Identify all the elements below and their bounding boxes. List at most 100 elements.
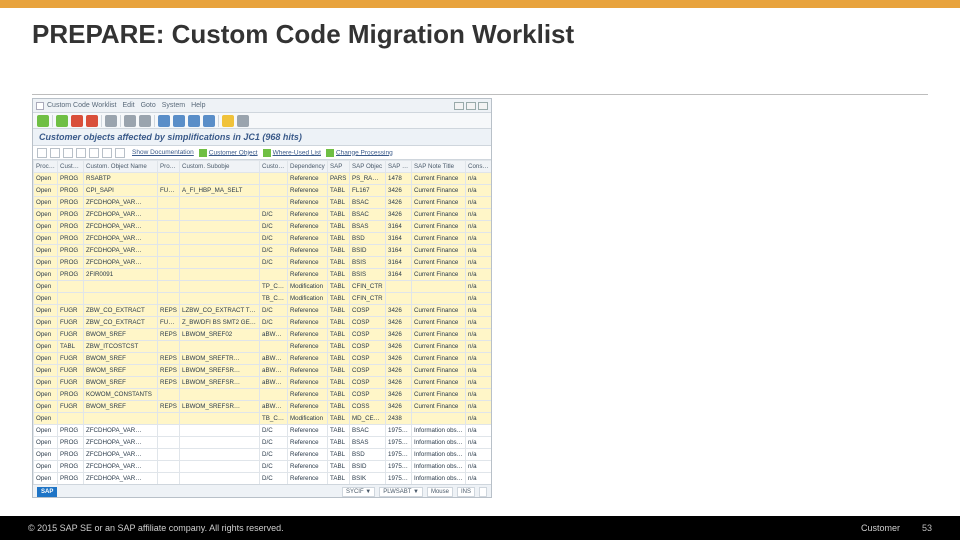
table-row[interactable]: OpenTB_CFIN_CNModificationTABLCFIN_CTRn/…: [34, 293, 492, 305]
find-icon[interactable]: [124, 115, 136, 127]
column-header[interactable]: Custom. Subobje: [180, 161, 260, 173]
table-row[interactable]: OpenFUGRBWOM_SREFREPSLBWOM_SREFTR…aBWOMR…: [34, 353, 492, 365]
cancel-icon[interactable]: [86, 115, 98, 127]
layout-icon[interactable]: [237, 115, 249, 127]
table-cell: [158, 425, 180, 437]
table-row[interactable]: OpenPROGZFCDHOPA_VAR…D/CReferenceTABLBSA…: [34, 209, 492, 221]
menu-item[interactable]: System: [162, 102, 185, 109]
table-row[interactable]: OpenPROGZFCDHOPA_VAR…D/CReferenceTABLBSA…: [34, 221, 492, 233]
table-cell: D/C: [260, 305, 288, 317]
table-row[interactable]: OpenFUGRBWOM_SREFREPSLBWOM_SREFSR…aBWOMR…: [34, 401, 492, 413]
column-header[interactable]: Custom. Pack.: [260, 161, 288, 173]
table-cell: 2438: [386, 413, 412, 425]
table-cell: TABL: [328, 365, 350, 377]
table-cell: ZFCDHOPA_VAR…: [84, 221, 158, 233]
column-header[interactable]: Custom. Object Type: [58, 161, 84, 173]
table-cell: Open: [34, 269, 58, 281]
table-row[interactable]: OpenPROGZFCDHOPA_VAR…D/CReferenceTABLBSD…: [34, 449, 492, 461]
table-cell: Open: [34, 461, 58, 473]
table-row[interactable]: OpenPROGCPI_SAPIFUNCA_FI_HBP_MA_SELTRefe…: [34, 185, 492, 197]
table-cell: CFIN_CTR: [350, 281, 386, 293]
table-cell: Z_BW/DFI BS SMT2 GET O: [180, 317, 260, 329]
table-cell: LZBW_CO_EXTRACT TOP: [180, 305, 260, 317]
table-cell: RSABTP: [84, 173, 158, 185]
minimize-button[interactable]: [454, 102, 464, 110]
table-row[interactable]: OpenPROGZFCDHOPA_VAR…D/CReferenceTABLBSA…: [34, 425, 492, 437]
column-header[interactable]: Consisten. Pa: [466, 161, 492, 173]
system-menu-icon[interactable]: [36, 102, 44, 110]
details-icon[interactable]: [37, 148, 47, 158]
table-cell: [58, 413, 84, 425]
table-row[interactable]: OpenTABLZBW_ITCOSTCSTReferenceTABLCOSP34…: [34, 341, 492, 353]
exit-icon[interactable]: [71, 115, 83, 127]
table-row[interactable]: OpenPROGZFCDHOPA_VAR…D/CReferenceTABLBSI…: [34, 461, 492, 473]
table-cell: FUGR: [58, 329, 84, 341]
alv-link[interactable]: Where-Used List: [263, 149, 321, 157]
window-controls: [454, 102, 488, 110]
column-header[interactable]: Processing Status: [34, 161, 58, 173]
table-row[interactable]: OpenPROGZFCDHOPA_VAR…D/CReferenceTABLBSI…: [34, 473, 492, 485]
table-row[interactable]: OpenFUGRZBW_CO_EXTRACTREPSLZBW_CO_EXTRAC…: [34, 305, 492, 317]
table-cell: n/a: [466, 245, 492, 257]
status-system[interactable]: SYCIF ▼: [342, 487, 375, 497]
filter-icon[interactable]: [76, 148, 86, 158]
menu-item[interactable]: Goto: [141, 102, 156, 109]
menu-item[interactable]: Custom Code Worklist: [47, 102, 117, 109]
table-row[interactable]: OpenFUGRBWOM_SREFREPSLBWOM_SREFSR…aBWOMR…: [34, 365, 492, 377]
table-row[interactable]: OpenPROGZFCDHOPA_VAR…D/CReferenceTABLBSA…: [34, 437, 492, 449]
find-next-icon[interactable]: [139, 115, 151, 127]
table-row[interactable]: OpenPROGZFCDHOPA_VAR…ReferenceTABLBSAC34…: [34, 197, 492, 209]
sort-asc-icon[interactable]: [50, 148, 60, 158]
maximize-button[interactable]: [466, 102, 476, 110]
table-row[interactable]: OpenPROGRSABTPReferencePARSPS_RAMFT1478C…: [34, 173, 492, 185]
export-icon[interactable]: [102, 148, 112, 158]
table-cell: 1975485: [386, 437, 412, 449]
table-cell: Current Finance: [412, 257, 466, 269]
column-header[interactable]: Custom. Object Name: [84, 161, 158, 173]
worklist-grid[interactable]: Processing StatusCustom. Object TypeCust…: [33, 160, 491, 484]
layout-settings-icon[interactable]: [115, 148, 125, 158]
table-row[interactable]: OpenPROGZFCDHOPA_VAR…D/CReferenceTABLBSI…: [34, 257, 492, 269]
print-icon[interactable]: [105, 115, 117, 127]
sort-desc-icon[interactable]: [63, 148, 73, 158]
table-row[interactable]: OpenPROGZFCDHOPA_VAR…D/CReferenceTABLBSI…: [34, 245, 492, 257]
back-icon[interactable]: [56, 115, 68, 127]
close-button[interactable]: [478, 102, 488, 110]
table-cell: Open: [34, 281, 58, 293]
table-row[interactable]: OpenFUGRBWOM_SREFREPSLBWOM_SREF02aBWOMRe…: [34, 329, 492, 341]
first-page-icon[interactable]: [158, 115, 170, 127]
menu-item[interactable]: Help: [191, 102, 205, 109]
prev-page-icon[interactable]: [173, 115, 185, 127]
table-row[interactable]: OpenTP_CFIN_CNModificationTABLCFIN_CTRn/…: [34, 281, 492, 293]
menu-item[interactable]: Edit: [123, 102, 135, 109]
column-header[interactable]: Proce Code: [158, 161, 180, 173]
table-row[interactable]: OpenPROG2FIR0091ReferenceTABLBSIS3164Cur…: [34, 269, 492, 281]
status-client[interactable]: PLWSABT ▼: [379, 487, 423, 497]
table-cell: PROG: [58, 209, 84, 221]
table-row[interactable]: OpenFUGRZBW_CO_EXTRACTFUNCZ_BW/DFI BS SM…: [34, 317, 492, 329]
last-page-icon[interactable]: [203, 115, 215, 127]
table-cell: BSAC: [350, 209, 386, 221]
table-cell: Open: [34, 449, 58, 461]
alv-link[interactable]: Show Documentation: [132, 149, 194, 157]
enter-icon[interactable]: [37, 115, 49, 127]
table-row[interactable]: OpenPROGKOWOM_CONSTANTSReferenceTABLCOSP…: [34, 389, 492, 401]
table-cell: Current Finance: [412, 365, 466, 377]
table-cell: Open: [34, 221, 58, 233]
table-row[interactable]: OpenFUGRBWOM_SREFREPSLBWOM_SREFSR…aBWOMR…: [34, 377, 492, 389]
table-cell: REPS: [158, 329, 180, 341]
column-header[interactable]: SAP: [328, 161, 350, 173]
column-header[interactable]: Dependency: [288, 161, 328, 173]
table-row[interactable]: OpenPROGZFCDHOPA_VAR…D/CReferenceTABLBSD…: [34, 233, 492, 245]
table-row[interactable]: OpenTB_CFIN_CNModificationTABLMD_CER…243…: [34, 413, 492, 425]
help-icon[interactable]: [222, 115, 234, 127]
alv-link[interactable]: Customer Object: [199, 149, 258, 157]
column-header[interactable]: SAP Note: [386, 161, 412, 173]
table-cell: n/a: [466, 449, 492, 461]
alv-link[interactable]: Change Processing: [326, 149, 393, 157]
table-cell: [386, 281, 412, 293]
column-header[interactable]: SAP Note Title: [412, 161, 466, 173]
column-header[interactable]: SAP Objec: [350, 161, 386, 173]
next-page-icon[interactable]: [188, 115, 200, 127]
sum-icon[interactable]: [89, 148, 99, 158]
